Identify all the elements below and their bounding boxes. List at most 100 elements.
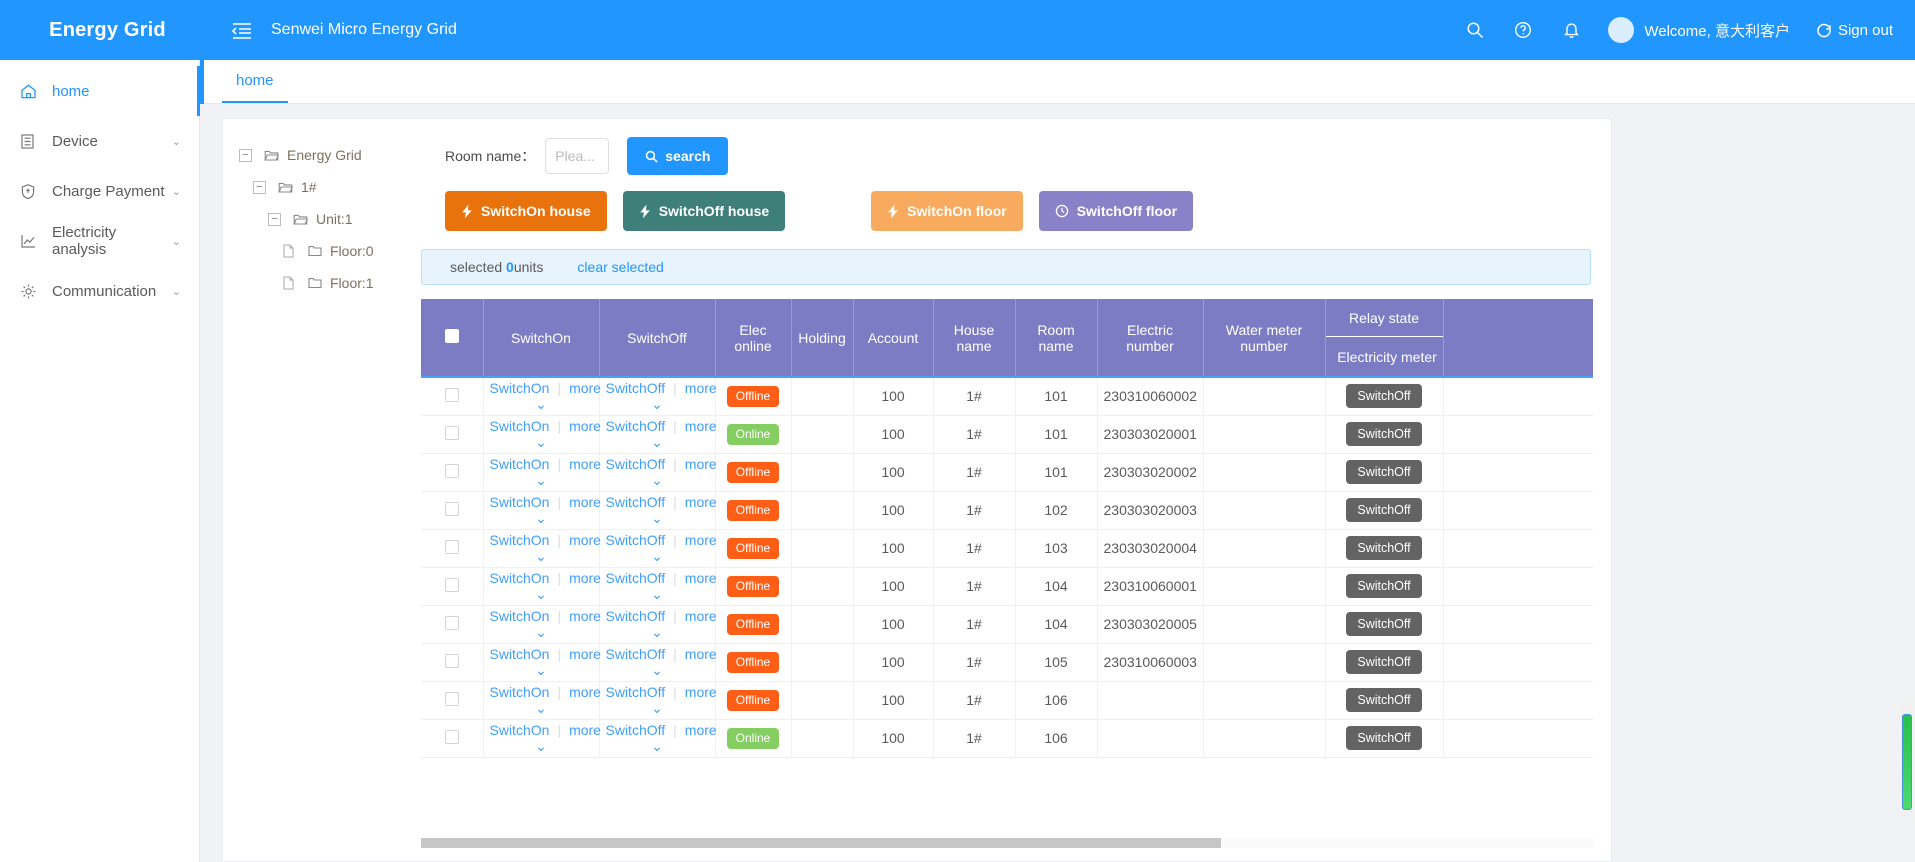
row-checkbox[interactable] <box>444 577 459 592</box>
cell-relay-state[interactable]: SwitchOff <box>1325 719 1444 758</box>
cell-switchoff[interactable]: SwitchOff | more ⌄ <box>599 415 717 454</box>
search-icon[interactable] <box>1464 19 1486 41</box>
tree-toggle-icon[interactable]: − <box>253 180 266 194</box>
switch-on-link[interactable]: SwitchOn <box>490 380 550 396</box>
th-switchon[interactable]: SwitchOn <box>483 299 600 377</box>
relay-switch-off-button[interactable]: SwitchOff <box>1346 650 1422 674</box>
th-relay-state[interactable]: Relay state Electricity meter <box>1325 299 1444 377</box>
cell-relay-state[interactable]: SwitchOff <box>1325 376 1444 416</box>
bell-icon[interactable] <box>1560 19 1582 41</box>
th-holding[interactable]: Holding <box>791 299 854 377</box>
row-checkbox[interactable] <box>444 539 459 554</box>
switch-on-link[interactable]: SwitchOn <box>490 608 550 624</box>
tree-node-energy-grid[interactable]: − Energy Grid <box>239 139 429 171</box>
table-row[interactable]: SwitchOn | more ⌄ SwitchOff | more ⌄ Offline 10… <box>421 453 1593 492</box>
switch-on-link[interactable]: SwitchOn <box>490 646 550 662</box>
cell-relay-state[interactable]: SwitchOff <box>1325 529 1444 568</box>
cell-select[interactable] <box>421 567 484 606</box>
cell-switchon[interactable]: SwitchOn | more ⌄ <box>483 567 601 606</box>
cell-switchoff[interactable]: SwitchOff | more ⌄ <box>599 567 717 606</box>
cell-select[interactable] <box>421 491 484 530</box>
row-checkbox[interactable] <box>444 501 459 516</box>
th-select-all[interactable] <box>421 299 484 377</box>
sidebar-item-electricity-analysis[interactable]: Electricity analysis ⌄ <box>0 216 199 266</box>
relay-switch-off-button[interactable]: SwitchOff <box>1346 688 1422 712</box>
cell-switchoff[interactable]: SwitchOff | more ⌄ <box>599 376 717 416</box>
cell-switchoff[interactable]: SwitchOff | more ⌄ <box>599 643 717 682</box>
room-name-input[interactable] <box>545 138 610 174</box>
sign-out-button[interactable]: Sign out <box>1816 22 1893 39</box>
switch-on-link[interactable]: SwitchOn <box>490 722 550 738</box>
switch-on-link[interactable]: SwitchOn <box>490 684 550 700</box>
cell-switchoff[interactable]: SwitchOff | more ⌄ <box>599 491 717 530</box>
switch-off-link[interactable]: SwitchOff <box>606 646 666 662</box>
clear-selected-link[interactable]: clear selected <box>577 259 663 275</box>
switch-off-link[interactable]: SwitchOff <box>606 494 666 510</box>
cell-switchoff[interactable]: SwitchOff | more ⌄ <box>599 529 717 568</box>
relay-switch-off-button[interactable]: SwitchOff <box>1346 460 1422 484</box>
cell-select[interactable] <box>421 453 484 492</box>
row-checkbox[interactable] <box>444 729 459 744</box>
cell-relay-state[interactable]: SwitchOff <box>1325 567 1444 606</box>
cell-switchon[interactable]: SwitchOn | more ⌄ <box>483 643 601 682</box>
table-row[interactable]: SwitchOn | more ⌄ SwitchOff | more ⌄ Online 100… <box>421 415 1593 454</box>
scrollbar-thumb[interactable] <box>1902 714 1912 810</box>
table-row[interactable]: SwitchOn | more ⌄ SwitchOff | more ⌄ Offline 10… <box>421 681 1593 720</box>
tree-toggle-icon[interactable]: − <box>239 148 252 162</box>
switch-on-floor-button[interactable]: SwitchOn floor <box>871 191 1023 231</box>
th-elec-online[interactable]: Elec online <box>715 299 792 377</box>
table-horizontal-scrollbar[interactable] <box>421 838 1593 848</box>
sidebar-item-home[interactable]: home <box>0 66 200 116</box>
cell-switchon[interactable]: SwitchOn | more ⌄ <box>483 491 601 530</box>
th-water-meter-number[interactable]: Water meter number <box>1203 299 1326 377</box>
th-house-name[interactable]: House name <box>933 299 1016 377</box>
switch-off-floor-button[interactable]: SwitchOff floor <box>1038 191 1194 231</box>
switch-off-link[interactable]: SwitchOff <box>606 722 666 738</box>
tree-toggle-icon[interactable]: − <box>268 212 281 226</box>
cell-select[interactable] <box>421 719 484 758</box>
cell-relay-state[interactable]: SwitchOff <box>1325 491 1444 530</box>
table-row[interactable]: SwitchOn | more ⌄ SwitchOff | more ⌄ Offline 10… <box>421 605 1593 644</box>
tree-node-floor-0[interactable]: Floor:0 <box>239 235 429 267</box>
cell-switchon[interactable]: SwitchOn | more ⌄ <box>483 605 601 644</box>
cell-relay-state[interactable]: SwitchOff <box>1325 415 1444 454</box>
cell-switchoff[interactable]: SwitchOff | more ⌄ <box>599 681 717 720</box>
sidebar-item-device[interactable]: Device ⌄ <box>0 116 199 166</box>
cell-relay-state[interactable]: SwitchOff <box>1325 605 1444 644</box>
sidebar-item-charge-payment[interactable]: Charge Payment ⌄ <box>0 166 199 216</box>
table-row[interactable]: SwitchOn | more ⌄ SwitchOff | more ⌄ Offline 10… <box>421 529 1593 568</box>
switch-on-link[interactable]: SwitchOn <box>490 418 550 434</box>
cell-switchoff[interactable]: SwitchOff | more ⌄ <box>599 719 717 758</box>
switch-on-link[interactable]: SwitchOn <box>490 532 550 548</box>
user-menu[interactable]: Welcome, 意大利客户 <box>1608 17 1790 43</box>
tree-node-1[interactable]: − 1# <box>239 171 429 203</box>
switch-on-link[interactable]: SwitchOn <box>490 456 550 472</box>
switch-on-link[interactable]: SwitchOn <box>490 570 550 586</box>
table-row[interactable]: SwitchOn | more ⌄ SwitchOff | more ⌄ Offline 10… <box>421 643 1593 682</box>
cell-switchon[interactable]: SwitchOn | more ⌄ <box>483 529 601 568</box>
row-checkbox[interactable] <box>444 691 459 706</box>
relay-switch-off-button[interactable]: SwitchOff <box>1346 726 1422 750</box>
cell-select[interactable] <box>421 415 484 454</box>
row-checkbox[interactable] <box>444 387 459 402</box>
cell-select[interactable] <box>421 376 484 416</box>
page-vertical-scrollbar[interactable] <box>1901 700 1913 820</box>
switch-on-house-button[interactable]: SwitchOn house <box>445 191 607 231</box>
row-checkbox[interactable] <box>444 615 459 630</box>
th-switchoff[interactable]: SwitchOff <box>599 299 716 377</box>
switch-off-link[interactable]: SwitchOff <box>606 418 666 434</box>
cell-select[interactable] <box>421 529 484 568</box>
row-checkbox[interactable] <box>444 653 459 668</box>
cell-switchon[interactable]: SwitchOn | more ⌄ <box>483 681 601 720</box>
cell-relay-state[interactable]: SwitchOff <box>1325 681 1444 720</box>
switch-off-link[interactable]: SwitchOff <box>606 684 666 700</box>
cell-select[interactable] <box>421 681 484 720</box>
question-circle-icon[interactable] <box>1512 19 1534 41</box>
sidebar-item-communication[interactable]: Communication ⌄ <box>0 266 199 316</box>
relay-switch-off-button[interactable]: SwitchOff <box>1346 422 1422 446</box>
th-room-name[interactable]: Room name <box>1015 299 1098 377</box>
relay-switch-off-button[interactable]: SwitchOff <box>1346 612 1422 636</box>
cell-switchoff[interactable]: SwitchOff | more ⌄ <box>599 605 717 644</box>
search-button[interactable]: search <box>627 137 729 175</box>
cell-select[interactable] <box>421 643 484 682</box>
